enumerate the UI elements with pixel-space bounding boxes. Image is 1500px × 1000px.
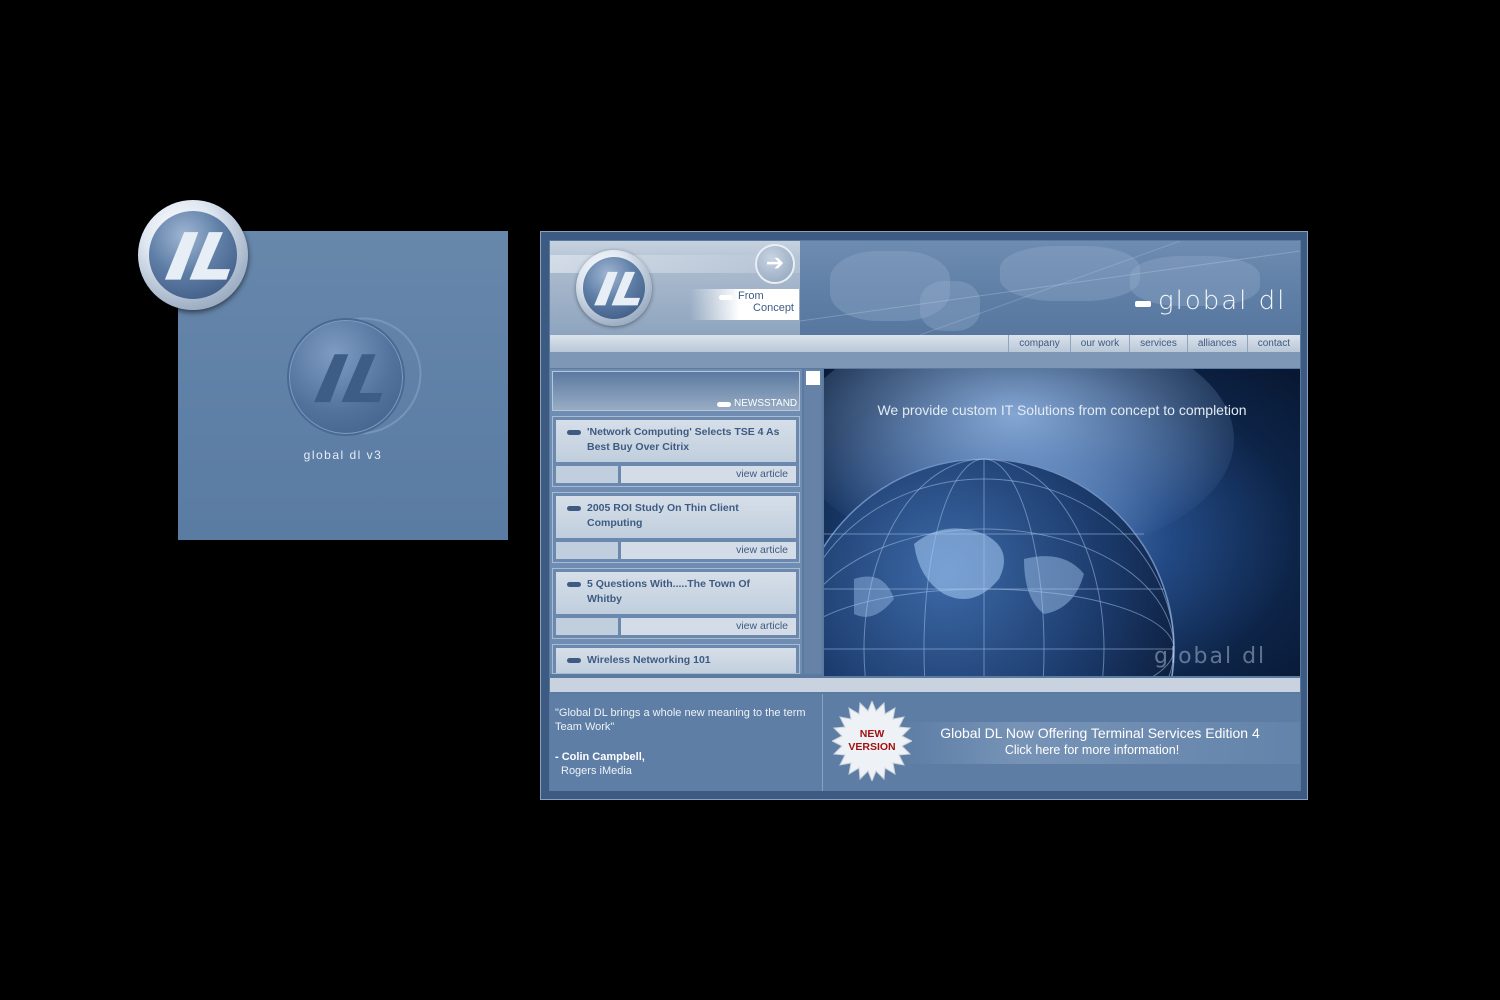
splash-caption: global dl v3 [303, 448, 383, 462]
news-item: 5 Questions With.....The Town Of Whitby … [552, 568, 800, 639]
testimonial-quote: "Global DL brings a whole new meaning to… [555, 707, 806, 733]
promo-link[interactable]: Click here for more information! [900, 743, 1284, 757]
news-title[interactable]: 5 Questions With.....The Town Of Whitby [587, 577, 787, 607]
dash-icon [1135, 301, 1151, 307]
main-nav: company our work services alliances cont… [550, 335, 1300, 352]
concept-line-1: From [738, 290, 764, 302]
newsstand-label: NEWSSTAND [734, 398, 798, 409]
badge-line-2: VERSION [848, 741, 896, 753]
dash-icon [567, 430, 581, 435]
testimonial-author: - Colin Campbell, [555, 751, 645, 763]
nav-our-work[interactable]: our work [1069, 335, 1129, 352]
nav-alliances[interactable]: alliances [1186, 335, 1247, 352]
concept-text: From Concept [736, 290, 794, 314]
dash-icon [717, 402, 731, 407]
news-item: 'Network Computing' Selects TSE 4 As Bes… [552, 416, 800, 487]
news-title[interactable]: 2005 ROI Study On Thin Client Computing [587, 501, 787, 531]
scrollbar-thumb[interactable] [806, 371, 820, 385]
header-dl-logo[interactable] [576, 250, 652, 326]
view-article-link[interactable]: view article [621, 542, 796, 559]
arrow-right-icon[interactable]: ➔ [755, 244, 795, 284]
splash-dl-logo [287, 318, 405, 436]
news-item: 2005 ROI Study On Thin Client Computing … [552, 492, 800, 563]
badge-line-1: NEW [859, 728, 885, 740]
dl-logo-icon [594, 271, 641, 306]
news-title[interactable]: 'Network Computing' Selects TSE 4 As Bes… [587, 425, 787, 455]
hero-watermark: global dl [1154, 644, 1267, 669]
content-divider [550, 678, 1300, 692]
news-title[interactable]: Wireless Networking 101 [587, 653, 787, 668]
news-item: Wireless Networking 101 [552, 644, 800, 674]
new-version-badge: NEW VERSION [838, 728, 906, 754]
splash-badge-logo[interactable] [138, 200, 248, 310]
nav-company[interactable]: company [1008, 335, 1070, 352]
dash-icon [567, 582, 581, 587]
nav-shadow-bar [550, 352, 1300, 368]
view-article-link[interactable]: view article [621, 618, 796, 635]
news-scrollbar[interactable] [804, 369, 822, 674]
promo-title[interactable]: Global DL Now Offering Terminal Services… [900, 725, 1300, 741]
testimonial-company: Rogers iMedia [561, 765, 632, 777]
nav-contact[interactable]: contact [1246, 335, 1300, 352]
nav-services[interactable]: services [1129, 335, 1187, 352]
hero-tagline: We provide custom IT Solutions from conc… [877, 402, 1247, 418]
dl-logo-icon [164, 232, 230, 280]
brand-name: global dl [1158, 286, 1287, 316]
view-article-link[interactable]: view article [621, 466, 796, 483]
dl-logo-icon [314, 354, 383, 403]
concept-line-2: Concept [753, 302, 794, 314]
dash-icon [567, 658, 581, 663]
dash-icon [719, 295, 733, 300]
dash-icon [567, 506, 581, 511]
